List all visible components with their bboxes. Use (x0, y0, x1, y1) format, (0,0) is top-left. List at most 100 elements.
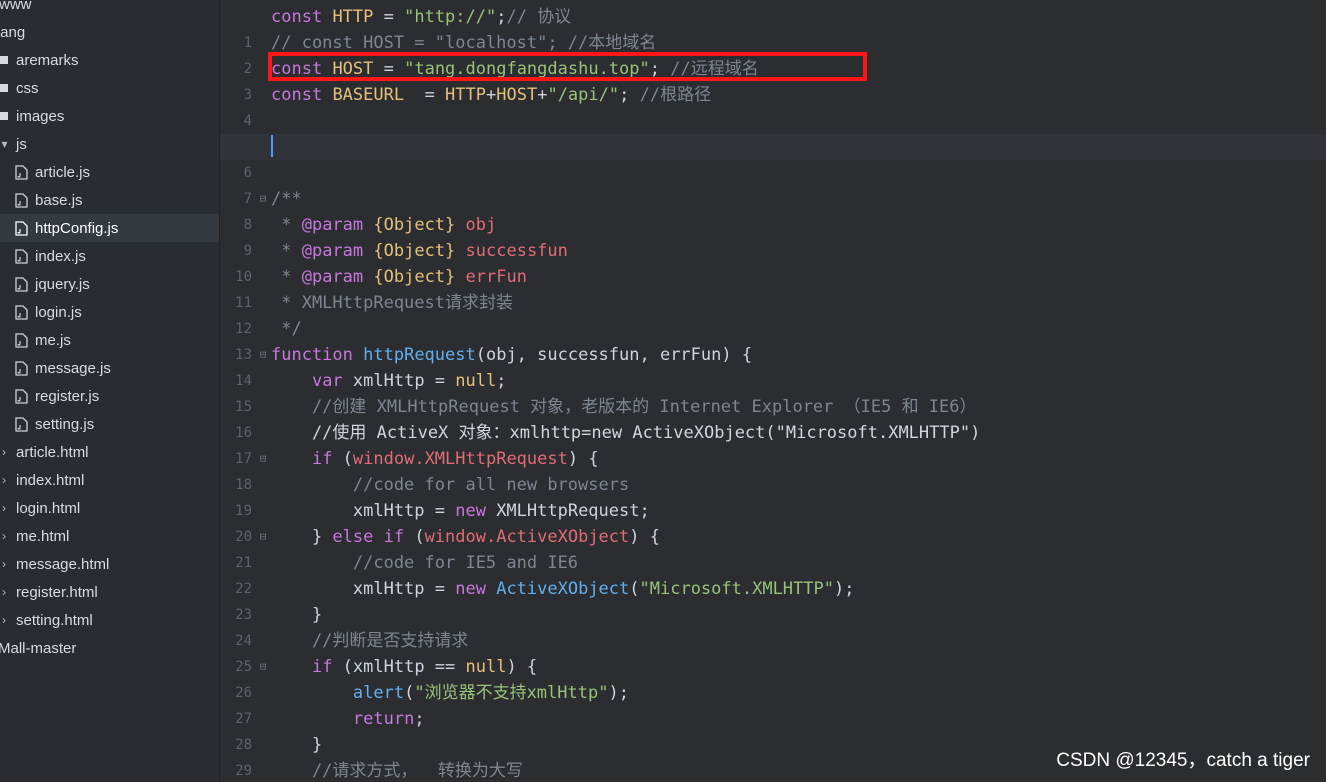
tree-item-aremarks[interactable]: aremarks (0, 46, 219, 74)
code-text: if (window.XMLHttpRequest) { (311, 449, 599, 469)
tree-item-www[interactable]: ▾ www (0, 0, 219, 18)
fold-toggle-icon[interactable]: ⊟ (257, 186, 269, 212)
file-icon (15, 416, 28, 432)
tree-item-message-js[interactable]: message.js (0, 354, 219, 382)
tree-item-register-html[interactable]: › register.html (0, 578, 219, 606)
fold-toggle-icon[interactable]: ⊟ (257, 524, 269, 550)
fold-toggle-icon[interactable]: ⊟ (257, 342, 269, 368)
code-line: 4 const BASEURL = HTTP+HOST+"/api/"; //根… (220, 82, 1326, 129)
tree-item-label: me.js (35, 331, 71, 349)
tree-item-label: css (16, 79, 39, 97)
code-text: //使用 ActiveX 对象：xmlhttp=new ActiveXObjec… (271, 423, 981, 443)
code-text: } (271, 735, 323, 755)
tree-item-js[interactable]: ▾ js (0, 130, 219, 158)
code-text: * XMLHttpRequest请求封装 (271, 293, 513, 313)
code-text: if (xmlHttp == null) { (311, 657, 538, 677)
code-line: 13 */ (220, 316, 1326, 363)
tree-item-article-html[interactable]: › article.html (0, 438, 219, 466)
folder-icon (0, 84, 8, 92)
file-icon (15, 192, 28, 208)
code-editor[interactable]: 1 const HTTP = "http://";// 协议 2 // cons… (220, 0, 1326, 782)
tree-item-label: images (16, 107, 65, 125)
code-line: 23 xmlHttp = new ActiveXObject("Microsof… (220, 576, 1326, 623)
code-line: 24 } (220, 602, 1326, 649)
tree-item-tang[interactable]: tang (0, 18, 219, 46)
tree-item-login-js[interactable]: login.js (0, 298, 219, 326)
code-text: //判断是否支持请求 (271, 631, 469, 651)
tree-item-message-html[interactable]: › message.html (0, 550, 219, 578)
code-line: 14 ⊟ function httpRequest(obj, successfu… (220, 342, 1326, 389)
tree-item-label: www (0, 0, 32, 13)
tree-item-setting-js[interactable]: setting.js (0, 410, 219, 438)
tree-item-label: article.js (35, 163, 91, 181)
chevron-right-icon: › (2, 613, 6, 627)
tree-item-css[interactable]: css (0, 74, 219, 102)
file-icon (15, 360, 28, 376)
code-text: function httpRequest(obj, successfun, er… (271, 345, 753, 365)
tree-item-label: register.js (35, 387, 100, 405)
tree-item-jquery-js[interactable]: jquery.js (0, 270, 219, 298)
code-text: alert("浏览器不支持xmlHttp"); (352, 683, 629, 703)
tree-item-images[interactable]: images (0, 102, 219, 130)
tree-item-article-js[interactable]: article.js (0, 158, 219, 186)
tree-item-login-html[interactable]: › login.html (0, 494, 219, 522)
code-text: } (271, 605, 323, 625)
tree-item-me-js[interactable]: me.js (0, 326, 219, 354)
code-text: // const HOST = "localhost"; //本地域名 (271, 33, 657, 53)
code-text: const BASEURL = HTTP+HOST+"/api/"; //根路径 (271, 85, 712, 105)
tree-item-base-js[interactable]: base.js (0, 186, 219, 214)
tree-item-index-js[interactable]: index.js (0, 242, 219, 270)
code-line: 18 ⊟ if (window.XMLHttpRequest) { (220, 446, 1326, 493)
code-text: * @param {Object} successfun (271, 241, 568, 261)
code-line: 19 //code for all new browsers (220, 472, 1326, 519)
code-line: 3 const HOST = "tang.dongfangdashu.top";… (220, 56, 1326, 103)
code-text: //code for all new browsers (271, 475, 630, 495)
current-line: 6 (220, 134, 1326, 181)
code-text: const HOST = "tang.dongfangdashu.top"; /… (271, 59, 759, 79)
chevron-right-icon: › (2, 473, 6, 487)
tree-item-label: login.html (16, 499, 81, 517)
file-tree-sidebar: ▾ www tang aremarks css images ▾ js arti… (0, 0, 220, 782)
tree-item-label: index.js (35, 247, 86, 265)
code-line: 22 //code for IE5 and IE6 (220, 550, 1326, 597)
tree-item-mall-master[interactable]: Mall-master (0, 634, 219, 662)
tree-item-label: tang (0, 23, 26, 41)
chevron-right-icon: › (2, 585, 6, 599)
chevron-right-icon: › (2, 501, 6, 515)
tree-item-me-html[interactable]: › me.html (0, 522, 219, 550)
code-text: //创建 XMLHttpRequest 对象，老版本的 Internet Exp… (271, 397, 977, 417)
file-icon (15, 332, 28, 348)
tree-item-label: register.html (16, 583, 98, 601)
code-line: 20 xmlHttp = new XMLHttpRequest; (220, 498, 1326, 545)
tree-item-label: article.html (16, 443, 89, 461)
folder-icon (0, 112, 8, 120)
tree-item-httpconfig-js[interactable]: httpConfig.js (0, 214, 219, 242)
folder-icon (0, 56, 8, 64)
file-icon (15, 276, 28, 292)
code-line: 1 const HTTP = "http://";// 协议 (220, 4, 1326, 51)
file-icon (15, 304, 28, 320)
fold-toggle-icon[interactable]: ⊟ (257, 446, 269, 472)
fold-toggle-icon[interactable]: ⊟ (257, 654, 269, 680)
code-line: 15 var xmlHttp = null; (220, 368, 1326, 415)
tree-item-index-html[interactable]: › index.html (0, 466, 219, 494)
code-text: //请求方式， 转换为大写 (271, 761, 523, 781)
tree-item-setting-html[interactable]: › setting.html (0, 606, 219, 634)
code-line: 21 ⊟ } else if (window.ActiveXObject) { (220, 524, 1326, 571)
code-line: 12 * XMLHttpRequest请求封装 (220, 290, 1326, 337)
code-text: const HTTP = "http://";// 协议 (271, 7, 572, 27)
file-icon (15, 220, 28, 236)
chevron-down-icon: ▾ (1, 137, 8, 151)
tree-item-label: setting.html (16, 611, 93, 629)
file-icon (15, 164, 28, 180)
chevron-right-icon: › (2, 445, 6, 459)
file-icon (15, 248, 28, 264)
tree-item-label: index.html (16, 471, 85, 489)
tree-item-register-js[interactable]: register.js (0, 382, 219, 410)
tree-item-label: js (16, 135, 27, 153)
code-text: * @param {Object} errFun (271, 267, 527, 287)
tree-item-label: jquery.js (35, 275, 90, 293)
code-text: */ (271, 319, 302, 339)
code-line: 11 * @param {Object} errFun (220, 264, 1326, 311)
code-line: 2 // const HOST = "localhost"; //本地域名 (220, 30, 1326, 77)
